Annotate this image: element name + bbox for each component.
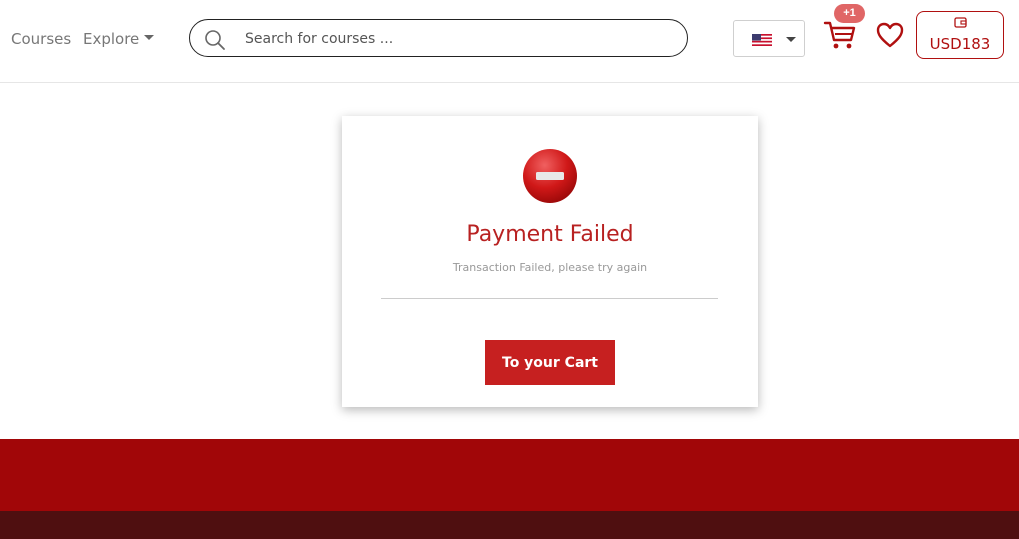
- wallet-icon: [954, 17, 967, 28]
- nav-courses-link[interactable]: Courses: [11, 30, 71, 48]
- footer-band: [0, 439, 1019, 511]
- to-cart-button[interactable]: To your Cart: [485, 340, 615, 385]
- status-message: Transaction Failed, please try again: [452, 261, 648, 274]
- search-icon[interactable]: [204, 29, 226, 51]
- chevron-down-icon: [786, 37, 796, 42]
- wallet-balance-button[interactable]: USD183: [916, 11, 1004, 59]
- nav-explore-dropdown[interactable]: Explore: [83, 30, 155, 48]
- search-bar: [189, 19, 688, 57]
- nav-explore-label: Explore: [83, 30, 140, 48]
- page-title: Payment Failed: [466, 222, 634, 247]
- footer-bottom-band: [0, 511, 1019, 539]
- wallet-amount: USD183: [929, 35, 991, 53]
- divider: [381, 298, 718, 299]
- top-navbar: Courses Explore +1 USD183: [0, 0, 1019, 83]
- heart-icon[interactable]: [876, 22, 904, 48]
- search-input[interactable]: [243, 27, 667, 51]
- cart-icon[interactable]: [823, 20, 857, 50]
- payment-status-card: Payment Failed Transaction Failed, pleas…: [342, 116, 758, 407]
- cart-count-badge: +1: [834, 4, 865, 23]
- no-entry-icon: [523, 149, 577, 203]
- us-flag-icon: [752, 34, 772, 46]
- chevron-down-icon: [144, 35, 155, 40]
- language-selector[interactable]: [733, 20, 805, 57]
